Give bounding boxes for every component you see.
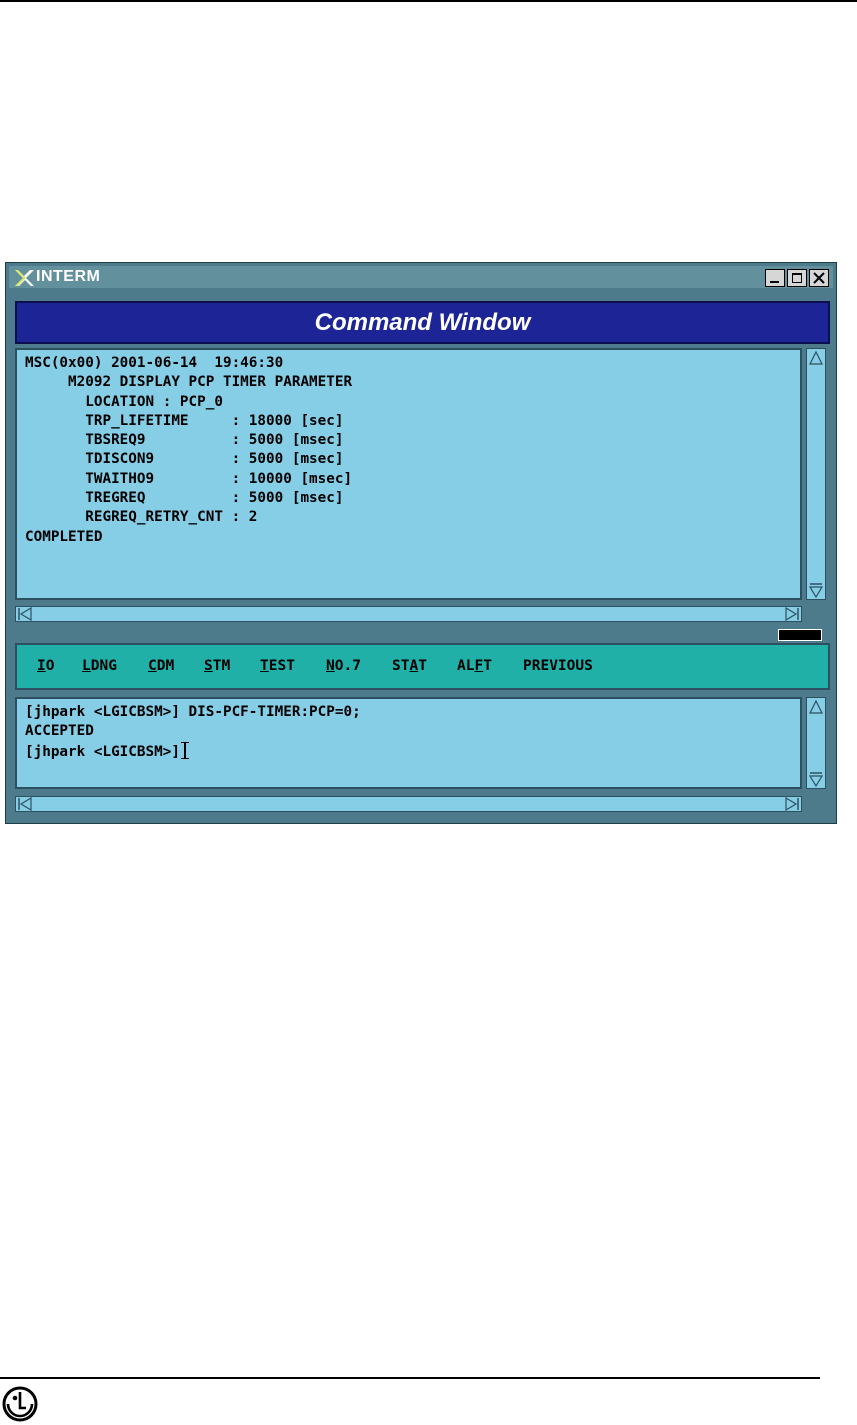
output-line: TREGREQ : 5000 [msec] (25, 490, 344, 507)
title-bar[interactable]: INTERM (9, 266, 833, 288)
scroll-down-arrow-icon[interactable] (808, 582, 824, 598)
output-line: TDISCON9 : 5000 [msec] (25, 451, 344, 468)
output-text: MSC(0x00) 2001-06-14 19:46:30 M2092 DISP… (17, 350, 800, 547)
interm-window: INTERM Command Window MSC(0x00) 2001-06-… (5, 262, 837, 824)
output-line: LOCATION : PCP_0 (25, 393, 223, 410)
menu-item-no7[interactable]: NO.7 (326, 658, 361, 674)
minimize-icon (770, 281, 779, 283)
top-rule (0, 0, 857, 2)
maximize-icon (792, 273, 802, 283)
bottom-rule (0, 1377, 820, 1379)
output-line: COMPLETED (25, 528, 103, 545)
output-line: REGREQ_RETRY_CNT : 2 (25, 509, 258, 526)
scroll-up-arrow-icon[interactable] (808, 350, 824, 366)
scroll-right-arrow-icon[interactable] (784, 607, 800, 621)
scroll-right-arrow-icon[interactable] (784, 797, 800, 811)
maximize-button[interactable] (787, 269, 807, 287)
menu-bar: IO LDNG CDM STM TEST NO.7 STAT ALFT PREV… (15, 643, 830, 690)
input-line: ACCEPTED (25, 723, 94, 740)
input-vertical-scrollbar[interactable] (806, 697, 826, 789)
output-pane[interactable]: MSC(0x00) 2001-06-14 19:46:30 M2092 DISP… (15, 348, 802, 600)
output-line: MSC(0x00) 2001-06-14 19:46:30 (25, 355, 284, 371)
x-logo-icon (15, 270, 34, 286)
output-vertical-scrollbar[interactable] (806, 348, 826, 600)
close-button[interactable] (809, 269, 829, 287)
menu-item-io[interactable]: IO (37, 658, 54, 674)
lg-logo-icon (2, 1386, 38, 1422)
output-horizontal-scrollbar[interactable] (15, 606, 802, 622)
input-horizontal-scrollbar[interactable] (15, 796, 802, 812)
output-line: TBSREQ9 : 5000 [msec] (25, 432, 344, 449)
input-line: [jhpark <LGICBSM>] DIS-PCF-TIMER:PCP=0; (25, 704, 361, 720)
input-text: [jhpark <LGICBSM>] DIS-PCF-TIMER:PCP=0; A… (17, 699, 800, 762)
command-window-title: Command Window (314, 309, 531, 336)
output-line: M2092 DISPLAY PCP TIMER PARAMETER (25, 374, 353, 391)
menu-item-test[interactable]: TEST (260, 658, 295, 674)
menu-item-previous[interactable]: PREVIOUS (523, 658, 593, 674)
menu-item-ldng[interactable]: LDNG (82, 658, 117, 674)
pane-splitter[interactable] (6, 628, 836, 636)
minimize-button[interactable] (765, 269, 785, 287)
text-cursor-icon (180, 741, 192, 759)
window-title: INTERM (36, 268, 101, 285)
prompt-line[interactable]: [jhpark <LGICBSM>] (25, 741, 800, 762)
menu-item-stat[interactable]: STAT (392, 658, 427, 674)
scroll-left-arrow-icon[interactable] (17, 797, 33, 811)
splitter-handle[interactable] (778, 629, 822, 641)
menu-item-cdm[interactable]: CDM (148, 658, 174, 674)
scroll-left-arrow-icon[interactable] (17, 607, 33, 621)
scroll-down-arrow-icon[interactable] (808, 771, 824, 787)
menu-item-stm[interactable]: STM (204, 658, 230, 674)
menu-item-alft[interactable]: ALFT (457, 658, 492, 674)
close-icon (813, 272, 825, 284)
output-line: TWAITHO9 : 10000 [msec] (25, 470, 353, 487)
prompt-text: [jhpark <LGICBSM>] (25, 743, 180, 760)
command-input-pane[interactable]: [jhpark <LGICBSM>] DIS-PCF-TIMER:PCP=0; A… (15, 697, 802, 789)
output-line: TRP_LIFETIME : 18000 [sec] (25, 412, 344, 429)
command-window-header: Command Window (15, 301, 830, 344)
scroll-up-arrow-icon[interactable] (808, 699, 824, 715)
